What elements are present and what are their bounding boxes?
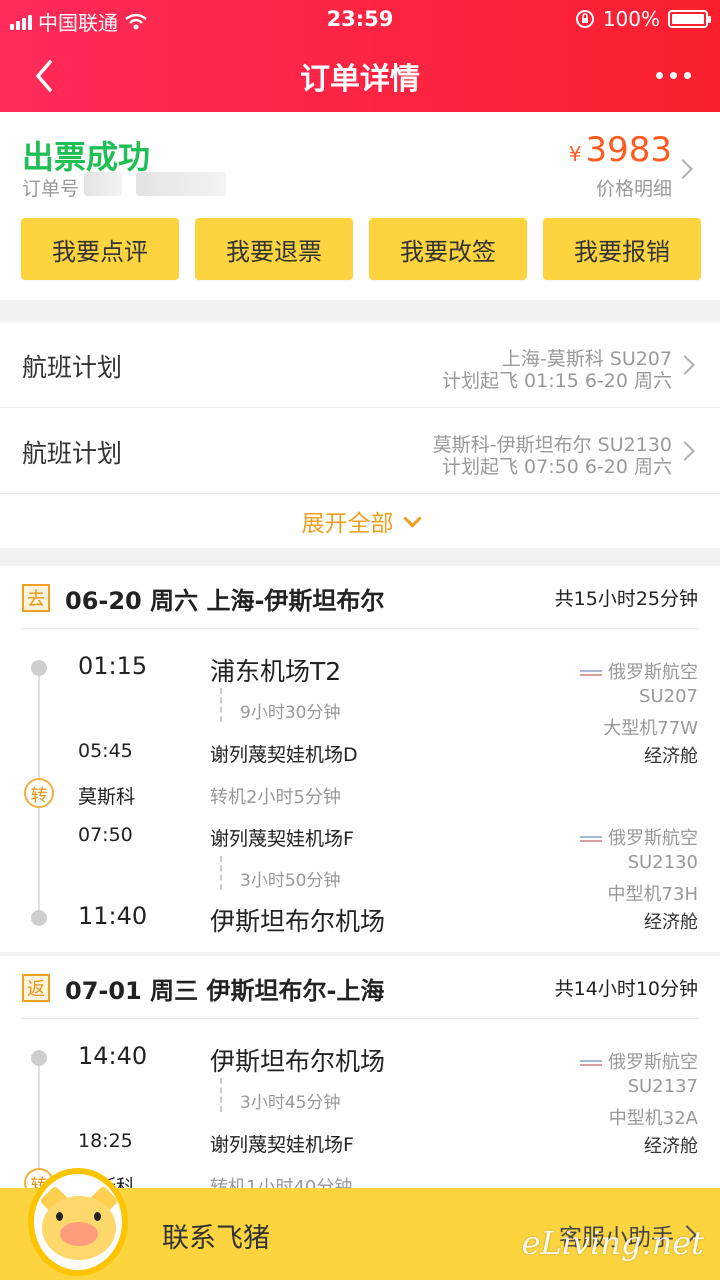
battery-percent: 100% bbox=[602, 7, 660, 31]
transfer-city: 莫斯科 bbox=[78, 786, 136, 808]
price-currency: ¥ bbox=[568, 142, 582, 166]
chevron-down-icon bbox=[402, 508, 422, 528]
flight-number: SU2137 bbox=[627, 1076, 698, 1097]
outbound-tag: 去 bbox=[22, 584, 50, 612]
departure-time: 14:40 bbox=[78, 1042, 148, 1070]
departure-time: 01:15 bbox=[78, 652, 148, 680]
leg-header: 返 07-01 周三 伊斯坦布尔-上海 共14小时10分钟 bbox=[0, 956, 720, 1016]
chevron-right-icon bbox=[675, 441, 695, 461]
flight-number: SU207 bbox=[639, 686, 698, 707]
flight-plan-label: 航班计划 bbox=[22, 439, 123, 468]
order-number-label: 订单号 bbox=[22, 178, 80, 200]
airline-logo-icon bbox=[580, 836, 602, 842]
departure-airport: 浦东机场T2 bbox=[210, 657, 342, 686]
price-detail-link[interactable]: 价格明细 bbox=[596, 174, 672, 201]
flight-plan-row[interactable]: 航班计划 莫斯科-伊斯坦布尔 SU2130 计划起飞 07:50 6-20 周六 bbox=[0, 408, 720, 494]
order-number-redacted bbox=[84, 172, 122, 196]
outbound-leg: 去 06-20 周六 上海-伊斯坦布尔 共15小时25分钟 01:15 浦东机场… bbox=[0, 566, 720, 952]
nav-bar: 订单详情 bbox=[0, 40, 720, 112]
duration-dash bbox=[220, 688, 222, 722]
reimburse-button[interactable]: 我要报销 bbox=[543, 218, 701, 280]
expand-all-label: 展开全部 bbox=[301, 511, 394, 537]
arrival-airport: 谢列蔑契娃机场F bbox=[210, 1134, 354, 1156]
aircraft-type: 中型机32A bbox=[608, 1108, 698, 1129]
leg-header: 去 06-20 周六 上海-伊斯坦布尔 共15小时25分钟 bbox=[0, 566, 720, 626]
divider bbox=[22, 628, 698, 629]
order-number-redacted bbox=[136, 172, 226, 196]
timeline-dot bbox=[31, 910, 47, 926]
departure-airport: 谢列蔑契娃机场F bbox=[210, 828, 354, 850]
review-button[interactable]: 我要点评 bbox=[21, 218, 179, 280]
total-price[interactable]: ¥ 3983 bbox=[569, 130, 672, 170]
arrival-time: 05:45 bbox=[78, 740, 133, 762]
leg-title: 07-01 周三 伊斯坦布尔-上海 bbox=[65, 977, 385, 1005]
page-title: 订单详情 bbox=[300, 62, 420, 97]
return-tag: 返 bbox=[22, 974, 50, 1002]
chevron-right-icon bbox=[673, 159, 693, 179]
airline-name: 俄罗斯航空 bbox=[580, 1048, 698, 1074]
flight-number: SU2130 bbox=[627, 852, 698, 873]
flight-plan-row[interactable]: 航班计划 上海-莫斯科 SU207 计划起飞 01:15 6-20 周六 bbox=[0, 322, 720, 408]
leg-total-duration: 共15小时25分钟 bbox=[554, 588, 698, 610]
flight-duration: 9小时30分钟 bbox=[240, 703, 341, 723]
airline-logo-icon bbox=[580, 670, 602, 676]
airline-logo-icon bbox=[580, 1060, 602, 1066]
chevron-right-icon bbox=[675, 355, 695, 375]
flight-plan-label: 航班计划 bbox=[22, 353, 123, 382]
transfer-icon: 转 bbox=[24, 778, 54, 808]
airline-name: 俄罗斯航空 bbox=[580, 658, 698, 684]
arrival-time: 11:40 bbox=[78, 902, 148, 930]
arrival-airport: 伊斯坦布尔机场 bbox=[210, 907, 386, 936]
departure-airport: 伊斯坦布尔机场 bbox=[210, 1047, 386, 1076]
contact-fliggy-label[interactable]: 联系飞猪 bbox=[162, 1216, 270, 1255]
leg-total-duration: 共14小时10分钟 bbox=[554, 978, 698, 1000]
timeline-dot bbox=[31, 1050, 47, 1066]
airline-name: 俄罗斯航空 bbox=[580, 824, 698, 850]
order-summary-card: 出票成功 订单号 ¥ 3983 价格明细 我要点评 我要退票 我要改签 我要报销 bbox=[0, 112, 720, 300]
timeline-dot bbox=[31, 660, 47, 676]
duration-dash bbox=[220, 856, 222, 890]
flight-plan-card: 航班计划 上海-莫斯科 SU207 计划起飞 01:15 6-20 周六 航班计… bbox=[0, 322, 720, 548]
change-ticket-button[interactable]: 我要改签 bbox=[369, 218, 527, 280]
cabin-class: 经济舱 bbox=[644, 912, 698, 933]
status-bar: 中国联通 23:59 100% bbox=[0, 0, 720, 40]
action-buttons: 我要点评 我要退票 我要改签 我要报销 bbox=[21, 218, 701, 280]
aircraft-type: 大型机77W bbox=[603, 718, 698, 739]
price-value: 3983 bbox=[585, 130, 672, 170]
departure-time: 07:50 bbox=[78, 824, 133, 846]
status-right: 100% bbox=[575, 7, 711, 31]
more-icon[interactable] bbox=[654, 60, 694, 90]
duration-dash bbox=[220, 1078, 222, 1112]
battery-icon bbox=[668, 10, 711, 28]
cabin-class: 经济舱 bbox=[644, 1136, 698, 1157]
aircraft-type: 中型机73H bbox=[607, 884, 698, 905]
flight-duration: 3小时45分钟 bbox=[240, 1093, 341, 1113]
flight-plan-time: 计划起飞 01:15 6-20 周六 bbox=[442, 370, 672, 392]
flight-plan-time: 计划起飞 07:50 6-20 周六 bbox=[442, 456, 672, 478]
arrival-airport: 谢列蔑契娃机场D bbox=[210, 744, 358, 766]
refund-button[interactable]: 我要退票 bbox=[195, 218, 353, 280]
return-leg: 返 07-01 周三 伊斯坦布尔-上海 共14小时10分钟 14:40 伊斯坦布… bbox=[0, 956, 720, 1198]
flight-duration: 3小时50分钟 bbox=[240, 871, 341, 891]
watermark: eLiving.net bbox=[521, 1224, 704, 1262]
cabin-class: 经济舱 bbox=[644, 746, 698, 767]
expand-all-button[interactable]: 展开全部 bbox=[0, 494, 720, 548]
rotation-lock-icon bbox=[575, 10, 594, 28]
transfer-duration: 转机2小时5分钟 bbox=[210, 787, 341, 808]
arrival-time: 18:25 bbox=[78, 1130, 133, 1152]
divider bbox=[22, 1018, 698, 1019]
pig-mascot-avatar-icon[interactable] bbox=[28, 1168, 128, 1276]
leg-title: 06-20 周六 上海-伊斯坦布尔 bbox=[65, 587, 385, 615]
